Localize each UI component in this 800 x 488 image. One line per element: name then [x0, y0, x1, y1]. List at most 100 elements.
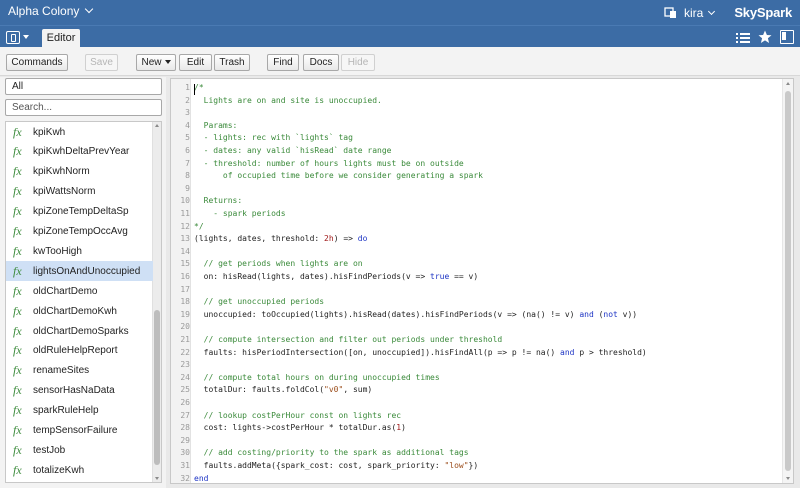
function-list-item[interactable]: fx totalizeKwh — [6, 460, 153, 480]
function-list-item[interactable]: fx kpiWattsNorm — [6, 182, 153, 202]
app-window: Alpha Colony kira SkySpark Editor Comman… — [0, 0, 800, 488]
line-number: 24 — [180, 372, 190, 382]
fx-icon: fx — [13, 164, 22, 179]
code-token: // add costing/priority to the spark as … — [194, 448, 469, 458]
fx-icon: fx — [13, 184, 22, 199]
device-icon[interactable] — [664, 6, 678, 19]
line-number: 10 — [180, 196, 190, 206]
function-name: kpiZoneTempDeltaSp — [33, 206, 129, 218]
line-number: 2 — [185, 95, 190, 105]
function-list-item[interactable]: fx kpiKwhDeltaPrevYear — [6, 142, 153, 162]
fx-icon: fx — [13, 263, 22, 278]
site-selector[interactable]: Alpha Colony — [8, 4, 94, 18]
fx-icon: fx — [13, 383, 22, 398]
star-icon[interactable] — [758, 30, 772, 44]
function-list-item[interactable]: fx kwTooHigh — [6, 241, 153, 261]
code-token: == v) — [449, 272, 479, 281]
dropdown-triangle-icon — [164, 60, 171, 65]
docs-button[interactable]: Docs — [303, 54, 339, 71]
code-line: */ — [194, 221, 204, 234]
scroll-thumb[interactable] — [785, 91, 791, 471]
new-button[interactable]: New — [136, 54, 176, 71]
line-number: 3 — [185, 108, 190, 118]
function-list-item[interactable]: fx oldChartDemo — [6, 281, 153, 301]
code-line: // compute total hours on during unoccup… — [194, 372, 440, 385]
function-list-item[interactable]: fx oldRuleHelpReport — [6, 341, 153, 361]
editor-scrollbar[interactable] — [782, 79, 793, 483]
function-list-item[interactable]: fx kpiKwhNorm — [6, 162, 153, 182]
scroll-thumb[interactable] — [154, 310, 160, 465]
scroll-up-arrow-icon[interactable] — [786, 82, 790, 85]
panel-icon[interactable] — [780, 30, 794, 44]
line-number: 30 — [180, 448, 190, 458]
line-number: 15 — [180, 259, 190, 269]
code-line: Params: — [194, 120, 238, 133]
function-list-item[interactable]: fx kpiZoneTempOccAvg — [6, 222, 153, 242]
function-list-item[interactable]: fx testJob — [6, 440, 153, 460]
function-name: oldRuleHelpReport — [33, 345, 118, 357]
function-list-item[interactable]: fx sensorHasNaData — [6, 381, 153, 401]
tab-bar: Editor — [0, 25, 800, 48]
app-switch-icon[interactable] — [6, 29, 36, 45]
function-list-item[interactable]: fx tempSensorFailure — [6, 421, 153, 441]
edit-button[interactable]: Edit — [179, 54, 212, 71]
code-editor[interactable]: 1 /* 2 Lights are on and site is unoccupie… — [170, 78, 794, 484]
function-list-item[interactable]: fx renameSites — [6, 361, 153, 381]
commands-button[interactable]: Commands — [6, 54, 68, 71]
functions-panel: All fxkpiKwhfxkpiKwhDeltaPrevYearfxkpiKw… — [0, 77, 166, 488]
code-line: totalDur: faults.foldCol("v0", sum) — [194, 384, 373, 397]
username-label[interactable]: kira — [684, 6, 703, 20]
function-name: oldChartDemo — [33, 285, 98, 297]
code-token: faults: hisPeriodIntersection([on, unocc… — [194, 347, 561, 357]
code-token: and — [579, 309, 594, 319]
code-line: // get unoccupied periods — [194, 296, 324, 309]
line-number: 18 — [180, 297, 190, 307]
line-number: 28 — [180, 423, 190, 433]
function-list-item[interactable]: fx oldChartDemoSparks — [6, 321, 153, 341]
code-line: // add costing/priority to the spark as … — [194, 447, 469, 460]
user-chevron-icon[interactable] — [708, 7, 716, 15]
code-token: "v0" — [324, 385, 344, 395]
code-token: - threshold: number of hours lights must… — [194, 158, 464, 168]
function-name: tempSensorFailure — [33, 425, 118, 436]
code-line: faults.addMeta({spark_cost: cost, spark_… — [194, 460, 479, 473]
code-token: true — [430, 272, 450, 281]
function-list-item[interactable]: fx kpiZoneTempDeltaSp — [6, 202, 153, 222]
hide-button[interactable]: Hide — [341, 54, 375, 71]
text-cursor — [194, 84, 195, 95]
code-token: end — [194, 473, 209, 483]
fx-icon: fx — [13, 343, 22, 358]
code-token: v)) — [617, 309, 638, 319]
scroll-down-arrow-icon[interactable] — [155, 477, 159, 480]
list-icon[interactable] — [736, 30, 750, 44]
line-number: 23 — [180, 360, 190, 370]
function-list: fx kpiKwh fx kpiKwhDeltaPrevYear fx kpiKwhNor… — [5, 121, 162, 483]
search-input[interactable] — [5, 99, 162, 116]
function-list-item[interactable]: fx kpiKwh — [6, 122, 153, 142]
trash-button[interactable]: Trash — [214, 54, 250, 71]
code-token: Lights are on and site is unoccupied. — [194, 95, 382, 105]
filter-select[interactable]: All — [5, 78, 162, 95]
function-name: renameSites — [33, 365, 90, 377]
list-scrollbar[interactable] — [152, 122, 161, 482]
code-line: /* — [194, 82, 204, 95]
function-list-item[interactable]: fx lightsOnAndUnoccupied — [6, 261, 153, 282]
code-token: of occupied time before we consider gene… — [194, 171, 483, 181]
line-number: 6 — [185, 146, 190, 155]
scroll-up-arrow-icon[interactable] — [155, 124, 159, 127]
save-button[interactable]: Save — [85, 54, 118, 71]
fx-icon: fx — [13, 144, 22, 159]
scroll-down-arrow-icon[interactable] — [786, 477, 790, 480]
function-list-item[interactable]: fx sparkRuleHelp — [6, 401, 153, 421]
top-header: Alpha Colony kira SkySpark — [0, 0, 800, 25]
line-number: 31 — [180, 461, 190, 470]
tab-editor[interactable]: Editor — [42, 29, 80, 48]
find-button[interactable]: Find — [267, 54, 299, 71]
fx-icon: fx — [13, 442, 22, 457]
code-token: */ — [194, 221, 204, 231]
code-token: /* — [194, 83, 204, 92]
code-area[interactable]: 1 /* 2 Lights are on and site is unoccupie… — [171, 79, 793, 483]
code-token: }) — [468, 461, 479, 470]
code-token: not — [603, 309, 618, 319]
function-list-item[interactable]: fx oldChartDemoKwh — [6, 301, 153, 321]
